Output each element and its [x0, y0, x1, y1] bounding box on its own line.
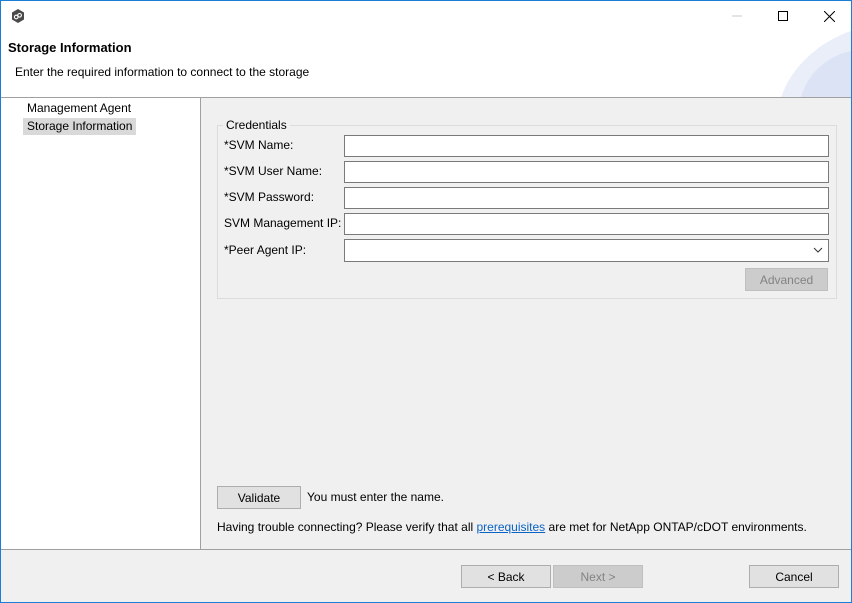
wizard-header: Storage Information Enter the required i… — [1, 31, 851, 98]
wizard-footer: < Back Next > Cancel — [1, 550, 851, 602]
svm-management-ip-label: SVM Management IP: — [224, 216, 342, 230]
peer-agent-ip-label: *Peer Agent IP: — [224, 243, 307, 257]
validate-button[interactable]: Validate — [217, 486, 301, 509]
validation-message: You must enter the name. — [307, 490, 444, 504]
maximize-button[interactable] — [760, 1, 806, 31]
svm-password-label: *SVM Password: — [224, 190, 315, 204]
cancel-button[interactable]: Cancel — [749, 565, 839, 588]
svm-user-name-input[interactable] — [344, 161, 829, 183]
page-description: Enter the required information to connec… — [15, 65, 310, 79]
svm-name-input[interactable] — [344, 135, 829, 157]
peer-agent-ip-select[interactable] — [344, 239, 829, 262]
svm-user-name-label: *SVM User Name: — [224, 164, 323, 178]
next-button[interactable]: Next > — [553, 565, 643, 588]
back-button[interactable]: < Back — [461, 565, 551, 588]
minimize-button[interactable] — [714, 1, 760, 31]
content-panel: Credentials *SVM Name: *SVM User Name: *… — [202, 98, 851, 549]
chevron-down-icon — [813, 247, 823, 253]
close-icon — [823, 10, 835, 22]
wizard-window: Storage Information Enter the required i… — [0, 0, 852, 603]
prerequisites-link[interactable]: prerequisites — [476, 520, 545, 534]
wizard-steps-nav: Management Agent Storage Information — [1, 98, 201, 549]
credentials-legend: Credentials — [223, 118, 290, 132]
app-logo-icon — [12, 9, 24, 23]
help-text-after: are met for NetApp ONTAP/cDOT environmen… — [545, 520, 807, 534]
nav-item-storage-information[interactable]: Storage Information — [23, 118, 137, 135]
header-decoration — [781, 31, 851, 98]
nav-item-management-agent[interactable]: Management Agent — [23, 100, 135, 117]
advanced-button[interactable]: Advanced — [745, 268, 828, 291]
maximize-icon — [778, 11, 788, 21]
close-button[interactable] — [806, 1, 852, 31]
minimize-icon — [732, 15, 742, 17]
svm-management-ip-input[interactable] — [344, 213, 829, 235]
title-bar — [1, 1, 851, 31]
svm-password-input[interactable] — [344, 187, 829, 209]
help-text-before: Having trouble connecting? Please verify… — [217, 520, 477, 534]
page-title: Storage Information — [8, 40, 132, 55]
help-text: Having trouble connecting? Please verify… — [217, 520, 807, 534]
svm-name-label: *SVM Name: — [224, 138, 294, 152]
